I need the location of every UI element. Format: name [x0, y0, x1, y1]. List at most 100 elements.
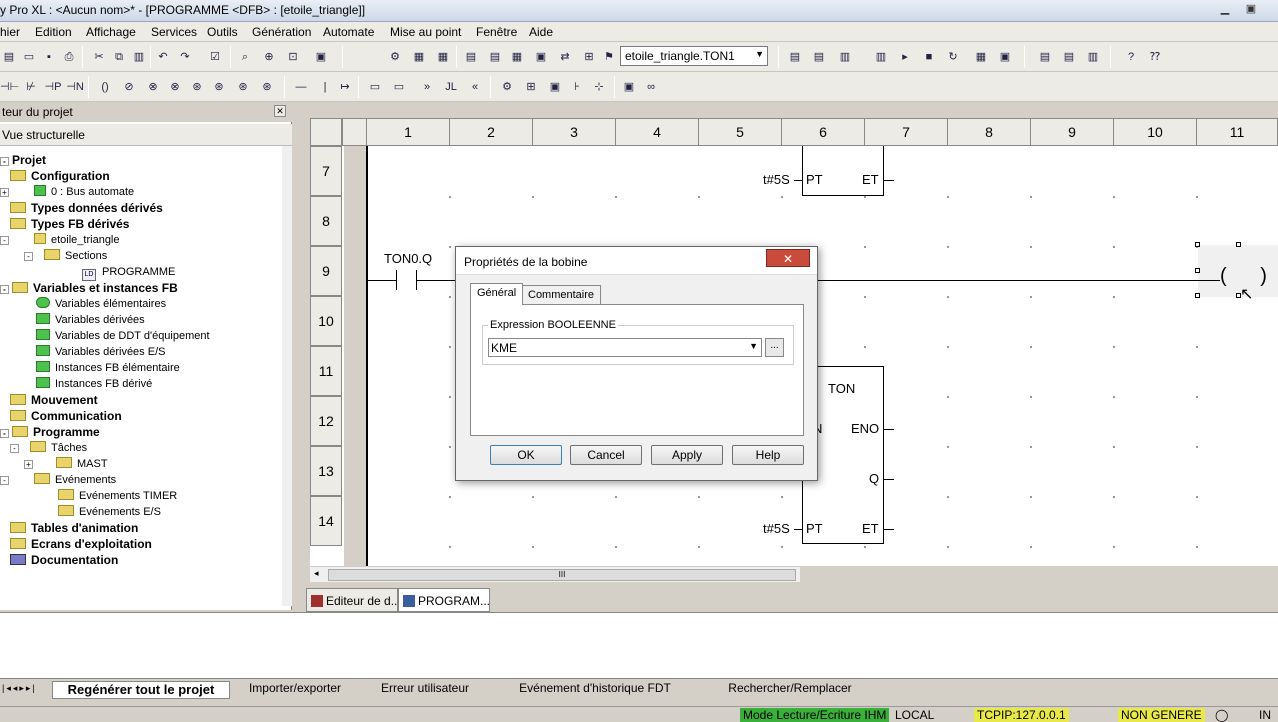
help-icon[interactable]: ? — [1122, 48, 1140, 66]
coil-set-icon[interactable]: ⊗ — [144, 78, 162, 96]
browse-button[interactable]: ... — [765, 338, 784, 357]
tile-h-icon[interactable]: ▤ — [1060, 48, 1078, 66]
bus-icon[interactable]: ▦ — [410, 48, 428, 66]
menu-fenetre[interactable]: Fenêtre — [476, 25, 517, 39]
menu-services[interactable]: Services — [151, 25, 197, 39]
validate-icon[interactable]: ☑ — [206, 48, 224, 66]
tab-data-editor[interactable]: Editeur de d... — [306, 588, 401, 612]
collapse-icon[interactable]: - — [24, 252, 33, 261]
selection-handle[interactable] — [1195, 268, 1200, 273]
tree-item-fb-derive[interactable]: Instances FB dérivé — [36, 376, 152, 392]
tree-item-var-es[interactable]: Variables dérivées E/S — [36, 344, 165, 360]
browser-view-tab[interactable]: Vue structurelle — [0, 124, 292, 146]
menu-aide[interactable]: Aide — [529, 25, 553, 39]
grid-icon[interactable]: ▦ — [434, 48, 452, 66]
tab-commentaire[interactable]: Commentaire — [521, 285, 602, 305]
contact-nc-icon[interactable]: ⊬ — [22, 78, 40, 96]
tree-item-tables-animation[interactable]: Tables d'animation — [10, 520, 138, 536]
selection-handle[interactable] — [1236, 242, 1241, 247]
link-line-icon[interactable]: ↦ — [336, 78, 354, 96]
tab-programme[interactable]: PROGRAM... — [398, 588, 490, 612]
top-timer-block[interactable] — [802, 146, 884, 196]
tab-importer[interactable]: Importer/exporter — [240, 681, 350, 699]
jump-icon[interactable]: » — [418, 78, 436, 96]
selection-handle[interactable] — [1195, 293, 1200, 298]
animation-icon[interactable]: ▦ — [972, 48, 990, 66]
tab-scroll-icons[interactable]: |◂◂▸▸| — [2, 683, 37, 694]
return-icon[interactable]: « — [466, 78, 484, 96]
tab-regenerer[interactable]: Regénérer tout le projet — [52, 681, 230, 699]
tree-item-mast[interactable]: + MAST — [24, 456, 108, 472]
instance-combo[interactable]: etoile_triangle.TON1 ▼ — [620, 46, 768, 66]
connect-icon[interactable]: ▤ — [786, 48, 804, 66]
init-icon[interactable]: ↻ — [944, 48, 962, 66]
contact-no-icon[interactable]: ⊣⊢ — [0, 78, 19, 96]
collapse-icon[interactable]: - — [10, 444, 19, 453]
tree-item-mouvement[interactable]: Mouvement — [10, 392, 98, 408]
undo-icon[interactable]: ↶ — [154, 48, 172, 66]
transfer-pc-icon[interactable]: ▥ — [872, 48, 890, 66]
top-pt-input[interactable]: t#5S — [763, 172, 790, 187]
contact-p-icon[interactable]: ⊣P — [44, 78, 62, 96]
fb-icon[interactable]: ⚙ — [498, 78, 516, 96]
cut-icon[interactable]: ✂ — [90, 48, 108, 66]
coil-p-icon[interactable]: ⊛ — [188, 78, 206, 96]
disconnect-icon[interactable]: ▤ — [810, 48, 828, 66]
zoom-fit-icon[interactable]: ⊡ — [284, 48, 302, 66]
open-icon[interactable]: ▭ — [20, 48, 38, 66]
browser-scrollbar[interactable] — [282, 146, 292, 606]
glasses-icon[interactable]: ∞ — [642, 78, 660, 96]
tree-item-types-fb[interactable]: Types FB dérivés — [10, 216, 129, 232]
tree-item-fb-elem[interactable]: Instances FB élémentaire — [36, 360, 180, 376]
vline-icon[interactable]: | — [316, 78, 334, 96]
coil-reset-icon[interactable]: ⊗ — [166, 78, 184, 96]
coil-neg-icon[interactable]: ⊘ — [120, 78, 138, 96]
expand-icon[interactable]: + — [0, 188, 9, 197]
view-icon[interactable]: ▤ — [462, 48, 480, 66]
maximize-button[interactable]: ▣ — [1240, 2, 1262, 18]
transfer-icon[interactable]: ▥ — [836, 48, 854, 66]
print-icon[interactable]: ⎙ — [60, 48, 78, 66]
link-icon[interactable]: ⇄ — [556, 48, 574, 66]
cascade-icon[interactable]: ▤ — [1036, 48, 1054, 66]
hline-icon[interactable]: — — [292, 78, 310, 96]
expand-icon[interactable]: + — [24, 460, 33, 469]
menu-edition[interactable]: Edition — [35, 25, 72, 39]
context-help-icon[interactable]: ⁇ — [1146, 48, 1164, 66]
menu-automate[interactable]: Automate — [323, 25, 374, 39]
tab-erreur[interactable]: Erreur utilisateur — [370, 681, 480, 699]
scroll-left-icon[interactable]: ◂ — [314, 568, 319, 579]
collapse-icon[interactable]: - — [0, 285, 9, 294]
selection-handle[interactable] — [1195, 242, 1200, 247]
menu-fichier[interactable]: hier — [0, 25, 20, 39]
fb-var-icon[interactable]: ⊞ — [522, 78, 540, 96]
tab-general[interactable]: Général — [470, 283, 524, 305]
tree-item-evenements[interactable]: - Evénements — [0, 472, 116, 488]
tree-item-var-ddt[interactable]: Variables de DDT d'équipement — [36, 328, 210, 344]
tree-item-projet[interactable]: - Projet — [0, 152, 46, 168]
stop-icon[interactable]: ■ — [920, 48, 938, 66]
collapse-icon[interactable]: - — [0, 236, 9, 245]
tree-item-programme-section[interactable]: LD PROGRAMME — [82, 264, 175, 281]
tree-item-evt-es[interactable]: Evénements E/S — [58, 504, 161, 520]
cancel-button[interactable]: Cancel — [570, 445, 642, 465]
call-icon[interactable]: ⊛ — [258, 78, 276, 96]
tree-item-configuration[interactable]: Configuration — [10, 168, 110, 184]
boolean-expression-input[interactable]: KME ▼ — [488, 338, 762, 357]
paste-icon[interactable]: ▥ — [130, 48, 148, 66]
tree-item-programme[interactable]: - Programme — [0, 424, 100, 440]
collapse-icon[interactable]: - — [0, 429, 9, 438]
editor-hscrollbar[interactable]: ◂ III — [310, 566, 800, 582]
build-icon[interactable]: ⚙ — [386, 48, 404, 66]
tab-rechercher[interactable]: Rechercher/Remplacer — [710, 681, 870, 699]
chevron-down-icon[interactable]: ▼ — [749, 341, 758, 351]
contact-n-icon[interactable]: ⊣N — [66, 78, 84, 96]
menu-outils[interactable]: Outils — [207, 25, 238, 39]
tree-item-var-derivees[interactable]: Variables dérivées — [36, 312, 145, 328]
coil-h-icon[interactable]: ⊛ — [234, 78, 252, 96]
tree-item-variables[interactable]: - Variables et instances FB — [0, 280, 178, 296]
search-icon[interactable]: ⌕ — [236, 48, 254, 66]
hscroll-thumb[interactable]: III — [328, 569, 796, 581]
tree-item-documentation[interactable]: Documentation — [10, 552, 118, 568]
comment-icon[interactable]: ▣ — [620, 78, 638, 96]
